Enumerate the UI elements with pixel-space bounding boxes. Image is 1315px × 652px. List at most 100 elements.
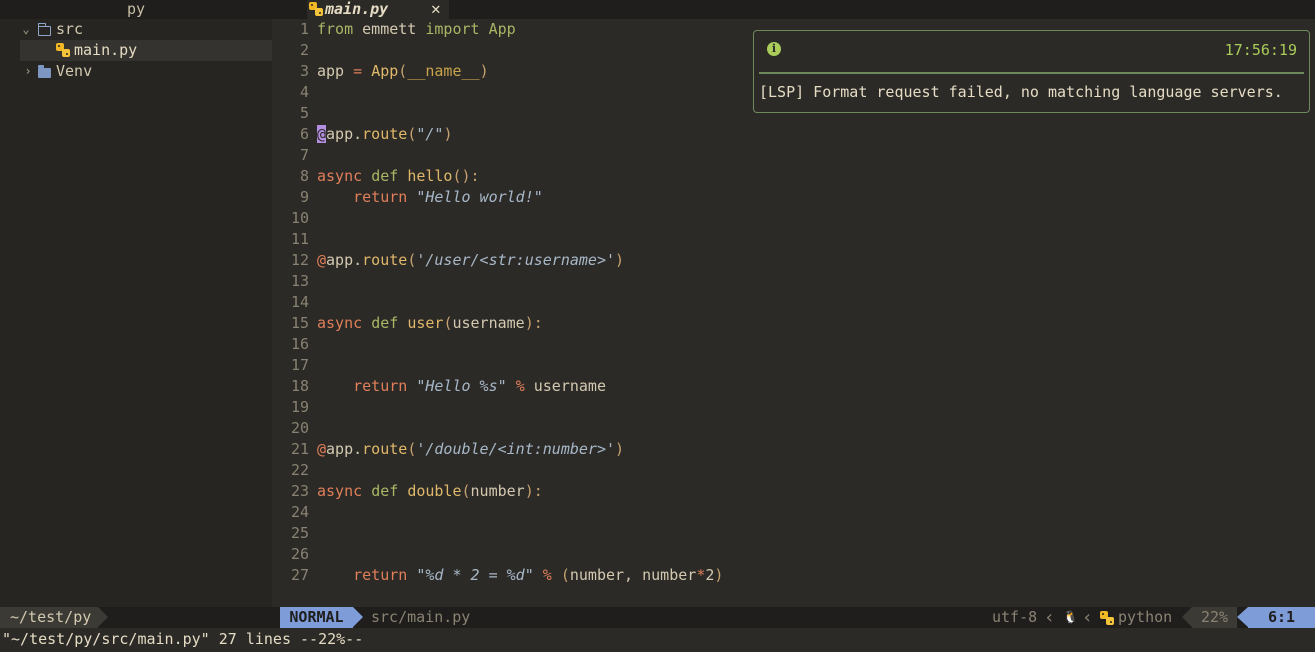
code-token: username: [524, 377, 606, 395]
code-token: def: [371, 314, 399, 332]
separator-chevron-icon: ‹: [1082, 607, 1093, 628]
code-text: async def double(number):: [317, 481, 543, 502]
code-line[interactable]: 20: [272, 418, 309, 439]
folder-outline-icon: [37, 23, 51, 36]
code-line[interactable]: 17: [272, 355, 309, 376]
code-text: from emmett import App: [317, 19, 516, 40]
code-line[interactable]: 27 return "%d * 2 = %d" % (number, numbe…: [272, 565, 723, 586]
code-token: "Hello %s": [416, 377, 507, 395]
code-text: async def user(username):: [317, 313, 543, 334]
code-line[interactable]: 14: [272, 292, 309, 313]
chevron-down-icon[interactable]: ⌄: [20, 19, 32, 40]
code-token: (: [560, 566, 570, 584]
code-token: '/user/<str:username>': [416, 251, 616, 269]
code-line[interactable]: 22: [272, 460, 309, 481]
code-line[interactable]: 8 async def hello():: [272, 166, 480, 187]
code-token: app.: [326, 251, 363, 269]
code-token: @: [317, 440, 327, 458]
code-token: route: [362, 251, 408, 269]
code-text: @app.route("/"): [317, 124, 452, 145]
code-line[interactable]: 21 @app.route('/double/<int:number>'): [272, 439, 624, 460]
code-line[interactable]: 12 @app.route('/user/<str:username>'): [272, 250, 624, 271]
cwd-segment: ~/test/py: [0, 607, 98, 628]
line-number: 6: [299, 125, 309, 143]
code-line[interactable]: 3 app = App(__name__): [272, 61, 489, 82]
code-token: route: [362, 440, 408, 458]
line-number: 22: [290, 461, 309, 479]
code-text: return "Hello %s" % username: [317, 376, 606, 397]
mode-indicator: NORMAL: [280, 607, 353, 628]
separator-chevron-icon: ‹: [1044, 607, 1055, 628]
code-token: username: [452, 314, 525, 332]
close-icon[interactable]: ✕: [431, 0, 441, 18]
code-line[interactable]: 16: [272, 334, 309, 355]
code-token: def: [371, 167, 399, 185]
notification-time: 17:56:19: [1224, 41, 1297, 59]
line-number: 10: [290, 209, 309, 227]
code-token: async: [317, 314, 363, 332]
code-token: '/double/<int:number>': [416, 440, 616, 458]
linux-icon: 🐧: [1063, 610, 1078, 624]
code-text: async def hello():: [317, 166, 480, 187]
code-text: return "%d * 2 = %d" % (number, number*2…: [317, 565, 723, 586]
code-token: "/": [416, 125, 444, 143]
code-line[interactable]: 23 async def double(number):: [272, 481, 543, 502]
file-language: python: [1118, 608, 1173, 626]
folder-icon: [38, 65, 51, 78]
code-line[interactable]: 26: [272, 544, 309, 565]
line-number: 24: [290, 503, 309, 521]
code-token: =: [353, 62, 363, 80]
code-token: App: [479, 20, 516, 38]
separator-arrow: [98, 607, 108, 627]
line-number: 18: [290, 377, 309, 395]
separator-arrow: [1182, 607, 1192, 627]
chevron-right-icon[interactable]: ›: [22, 61, 34, 82]
code-line[interactable]: 11: [272, 229, 309, 250]
notification-popup[interactable]: i 17:56:19 [LSP] Format request failed, …: [753, 30, 1310, 113]
code-token: async: [317, 482, 363, 500]
code-line[interactable]: 13: [272, 271, 309, 292]
notification-divider: [759, 72, 1304, 74]
code-line[interactable]: 5: [272, 103, 309, 124]
code-line[interactable]: 10: [272, 208, 309, 229]
code-line[interactable]: 9 return "Hello world!": [272, 187, 543, 208]
command-line[interactable]: "~/test/py/src/main.py" 27 lines --22%--: [0, 628, 1315, 652]
tree-item-main-py[interactable]: main.py: [20, 40, 272, 61]
code-token: @: [317, 125, 327, 143]
code-token: number, number: [569, 566, 697, 584]
code-token: route: [362, 125, 408, 143]
code-token: return: [353, 566, 408, 584]
tree-item-src[interactable]: ⌄ src: [20, 19, 272, 40]
tree-item-venv[interactable]: › Venv: [20, 61, 272, 82]
tab-title: main.py: [325, 0, 389, 18]
code-line[interactable]: 7: [272, 145, 309, 166]
code-line[interactable]: 24: [272, 502, 309, 523]
file-explorer: py ⌄ src main.py › Venv: [0, 0, 272, 607]
file-path: src/main.py: [371, 608, 471, 626]
tab-main-py[interactable]: main.py ✕: [307, 0, 449, 19]
code-line[interactable]: 1 from emmett import App: [272, 19, 516, 40]
code-line[interactable]: 18 return "Hello %s" % username: [272, 376, 606, 397]
code-token: from: [317, 20, 354, 38]
line-number: 11: [290, 230, 309, 248]
code-text: app = App(__name__): [317, 61, 489, 82]
code-token: import: [425, 20, 480, 38]
code-line[interactable]: 15 async def user(username):: [272, 313, 543, 334]
line-number: 8: [299, 167, 309, 185]
code-line[interactable]: 25: [272, 523, 309, 544]
code-line[interactable]: 2: [272, 40, 309, 61]
code-line[interactable]: 6 @app.route("/"): [272, 124, 452, 145]
code-line[interactable]: 4: [272, 82, 309, 103]
code-token: (: [461, 482, 471, 500]
code-line[interactable]: 19: [272, 397, 309, 418]
code-token: (: [407, 251, 417, 269]
tree-item-label: Venv: [56, 62, 93, 80]
